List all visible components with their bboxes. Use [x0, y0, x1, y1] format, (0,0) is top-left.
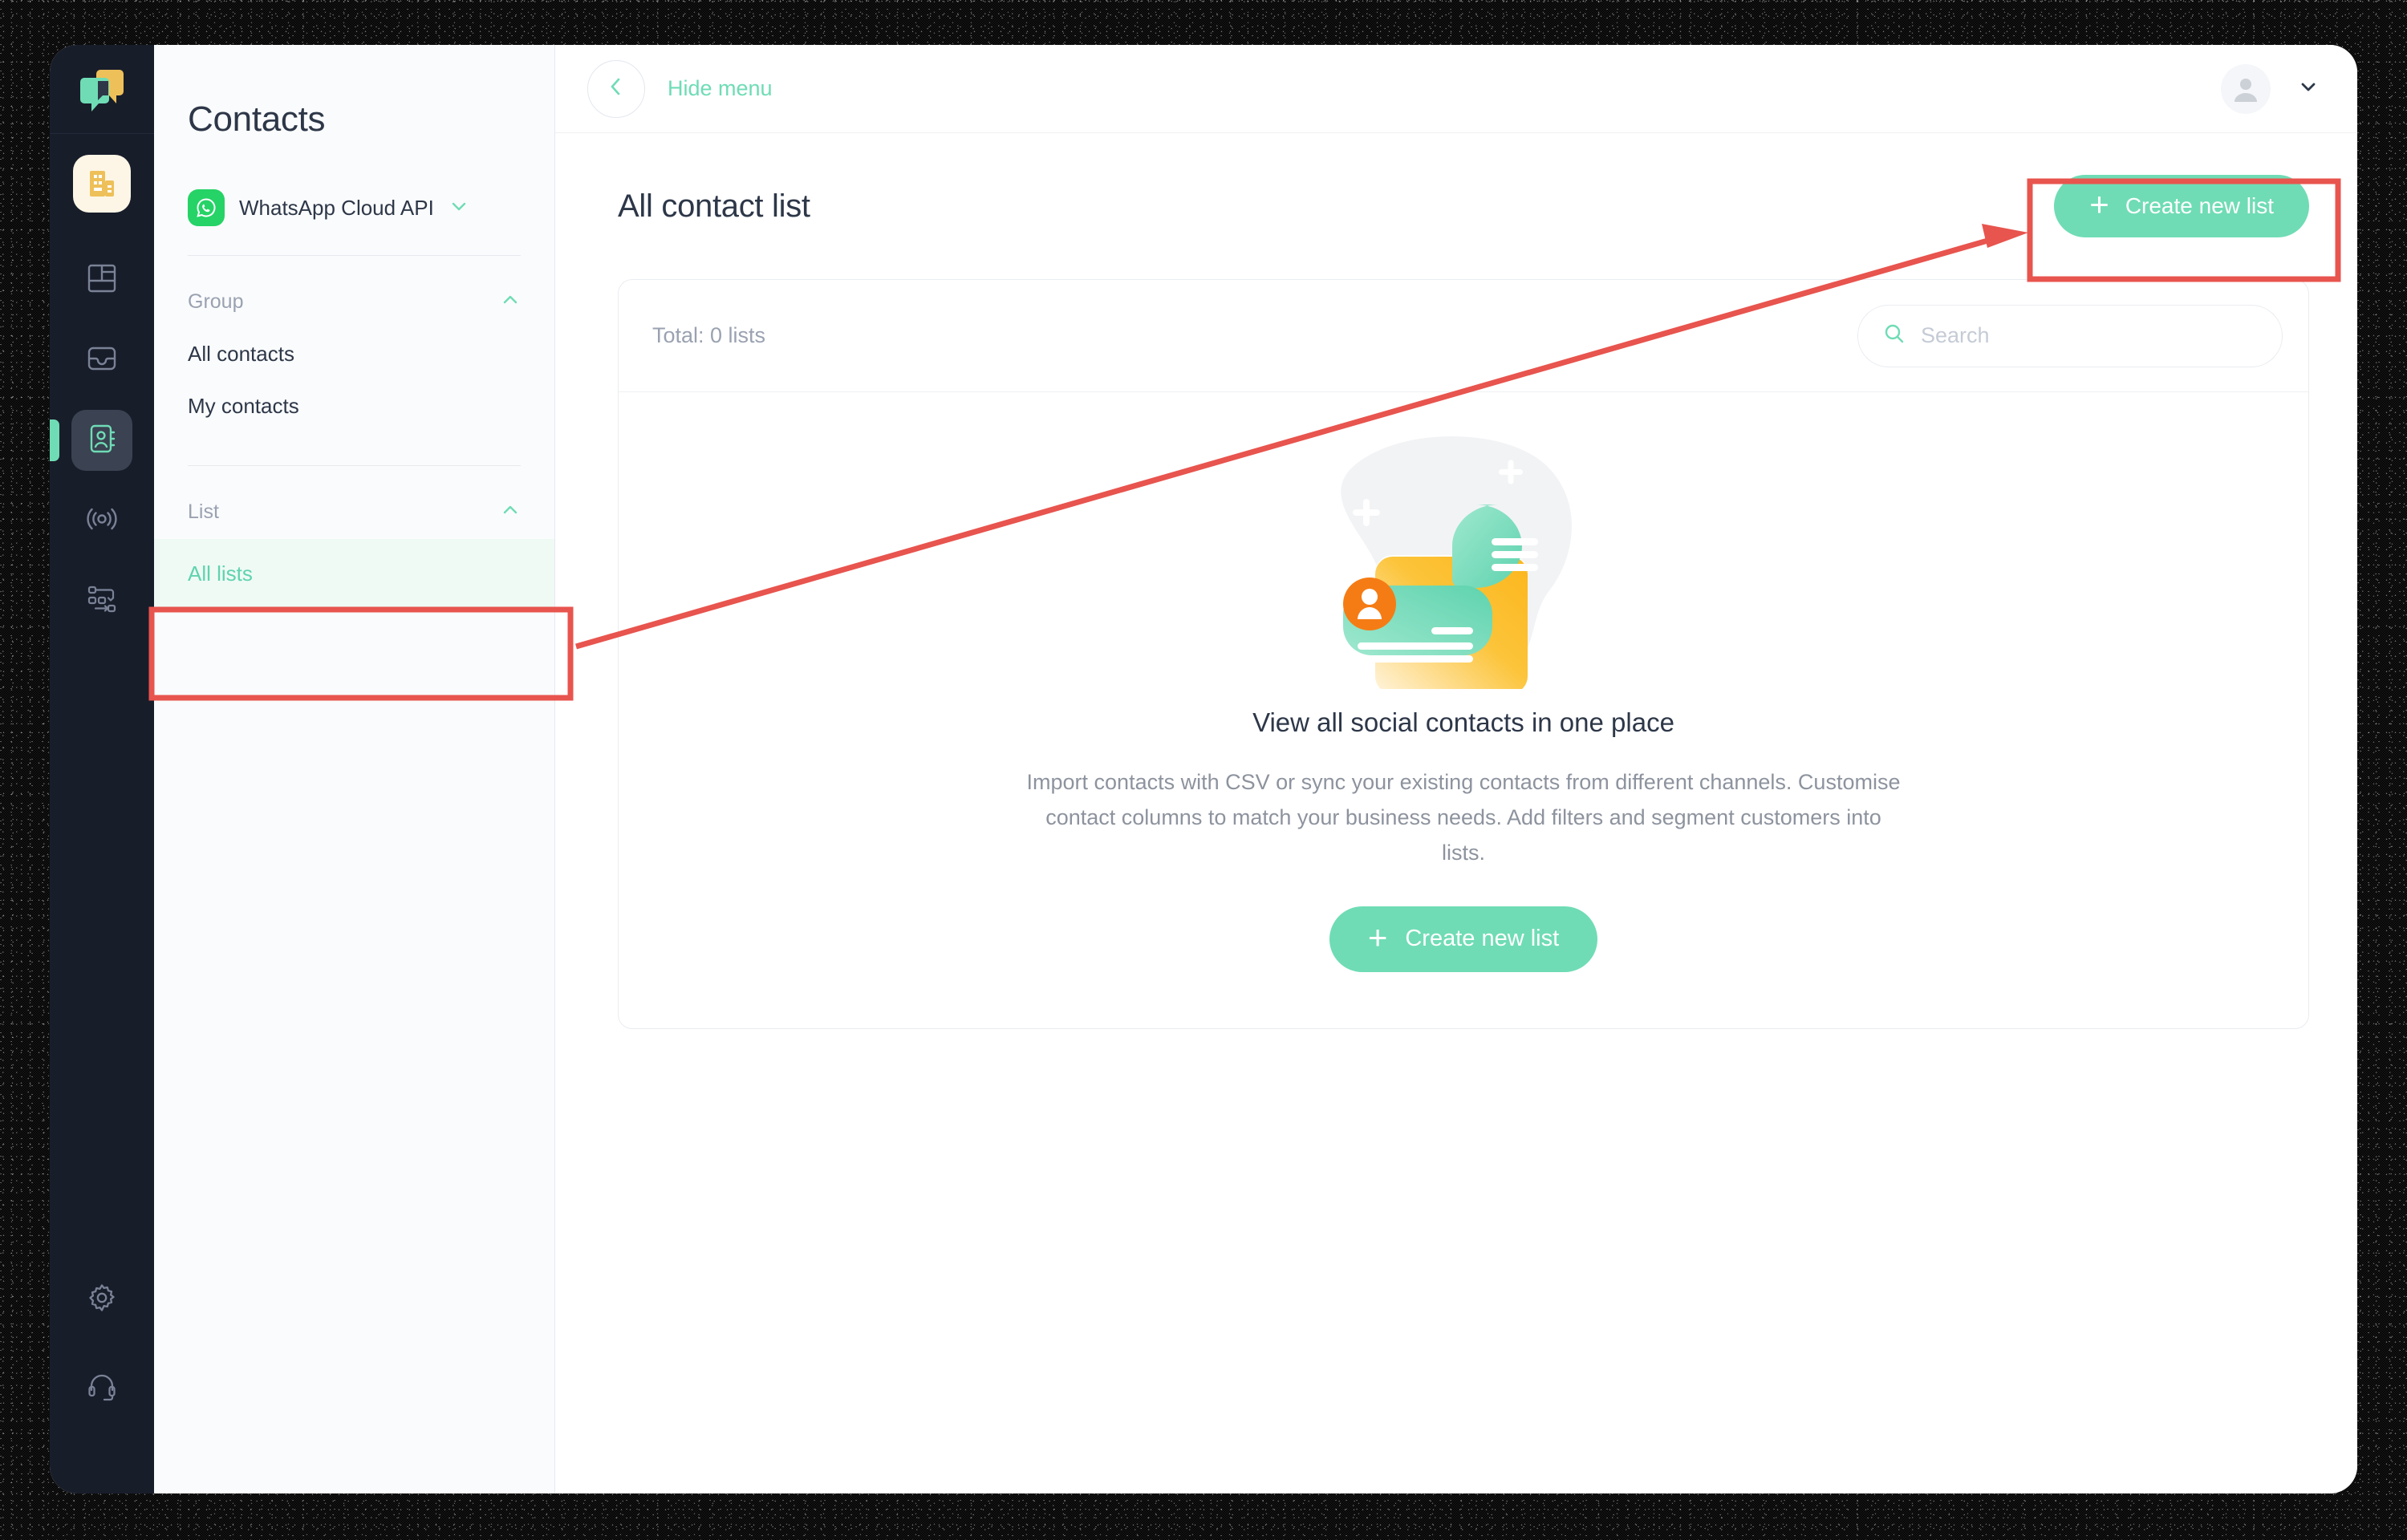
sidebar-item-support[interactable]: [71, 1357, 132, 1418]
sidebar-item-broadcast[interactable]: [71, 490, 132, 551]
create-new-list-label: Create new list: [1405, 926, 1560, 952]
contacts-cards-illustration: [1295, 424, 1632, 695]
section-header-list[interactable]: List: [154, 466, 554, 525]
account-menu[interactable]: [2221, 63, 2320, 114]
create-new-list-button-empty[interactable]: + Create new list: [1329, 906, 1598, 972]
hide-menu-label[interactable]: Hide menu: [668, 76, 773, 101]
contacts-book-icon: [85, 422, 119, 460]
section-label-list: List: [188, 500, 219, 523]
chevron-down-icon[interactable]: [2296, 75, 2320, 103]
sidebar-item-my-contacts[interactable]: My contacts: [154, 367, 554, 419]
chevron-left-icon: [604, 75, 628, 103]
broadcast-signal-icon: [85, 502, 119, 540]
page-title: All contact list: [618, 188, 810, 224]
app-window: Contacts WhatsApp Cloud API Group All co…: [50, 45, 2357, 1493]
content-header: All contact list + Create new list: [618, 175, 2309, 237]
sidebar-item-automation[interactable]: [71, 570, 132, 631]
inbox-icon: [85, 342, 119, 379]
lists-card: Total: 0 lists Search View all social co…: [618, 279, 2309, 1029]
search-input[interactable]: [1921, 323, 2258, 348]
sidebar-item-all-lists[interactable]: All lists: [154, 539, 554, 609]
top-bar: Hide menu: [555, 45, 2357, 133]
sidebar-item-inbox[interactable]: [71, 330, 132, 391]
chevron-down-icon[interactable]: [449, 196, 469, 221]
business-building-icon[interactable]: [73, 155, 131, 213]
dashboard-layout-icon: [85, 261, 119, 299]
chevron-up-icon[interactable]: [500, 290, 521, 314]
plus-icon: +: [2089, 185, 2109, 223]
section-label-group: Group: [188, 290, 244, 313]
empty-state-title: View all social contacts in one place: [1252, 707, 1674, 738]
main-area: Hide menu All contact list + Create new …: [555, 45, 2357, 1493]
icon-rail: [50, 45, 154, 1493]
section-header-group[interactable]: Group: [154, 256, 554, 314]
empty-state: View all social contacts in one place Im…: [619, 392, 2308, 1028]
rail-nav: [50, 249, 154, 650]
create-new-list-label: Create new list: [2125, 193, 2274, 218]
search-icon: [1882, 322, 1906, 350]
user-avatar-icon[interactable]: [2221, 63, 2271, 114]
sidebar-item-contacts[interactable]: [50, 410, 132, 471]
content-area: All contact list + Create new list Total…: [555, 133, 2357, 1493]
headset-support-icon: [85, 1369, 119, 1407]
rail-bottom-nav: [50, 1269, 154, 1493]
sidebar-item-dashboard[interactable]: [71, 249, 132, 310]
sidebar-item-settings[interactable]: [71, 1269, 132, 1330]
automation-flow-icon: [85, 582, 119, 620]
chevron-up-icon[interactable]: [500, 500, 521, 525]
gear-icon: [85, 1281, 119, 1319]
empty-state-description: Import contacts with CSV or sync your ex…: [1026, 770, 1901, 865]
plus-icon: +: [1367, 918, 1388, 956]
total-count-text: Total: 0 lists: [652, 323, 766, 347]
search-box[interactable]: [1857, 304, 2283, 367]
channel-selector[interactable]: WhatsApp Cloud API: [154, 140, 554, 226]
chat-bubbles-logo-icon[interactable]: [71, 58, 133, 120]
rail-divider: [50, 133, 154, 134]
card-toolbar: Total: 0 lists: [619, 280, 2308, 392]
hide-menu-button[interactable]: [587, 59, 645, 118]
panel-title: Contacts: [188, 99, 326, 139]
create-new-list-button-top[interactable]: + Create new list: [2054, 175, 2309, 237]
sidebar-item-all-contacts[interactable]: All contacts: [154, 314, 554, 367]
channel-name: WhatsApp Cloud API: [239, 195, 434, 220]
whatsapp-icon: [188, 189, 225, 226]
contacts-panel: Contacts WhatsApp Cloud API Group All co…: [154, 45, 555, 1493]
